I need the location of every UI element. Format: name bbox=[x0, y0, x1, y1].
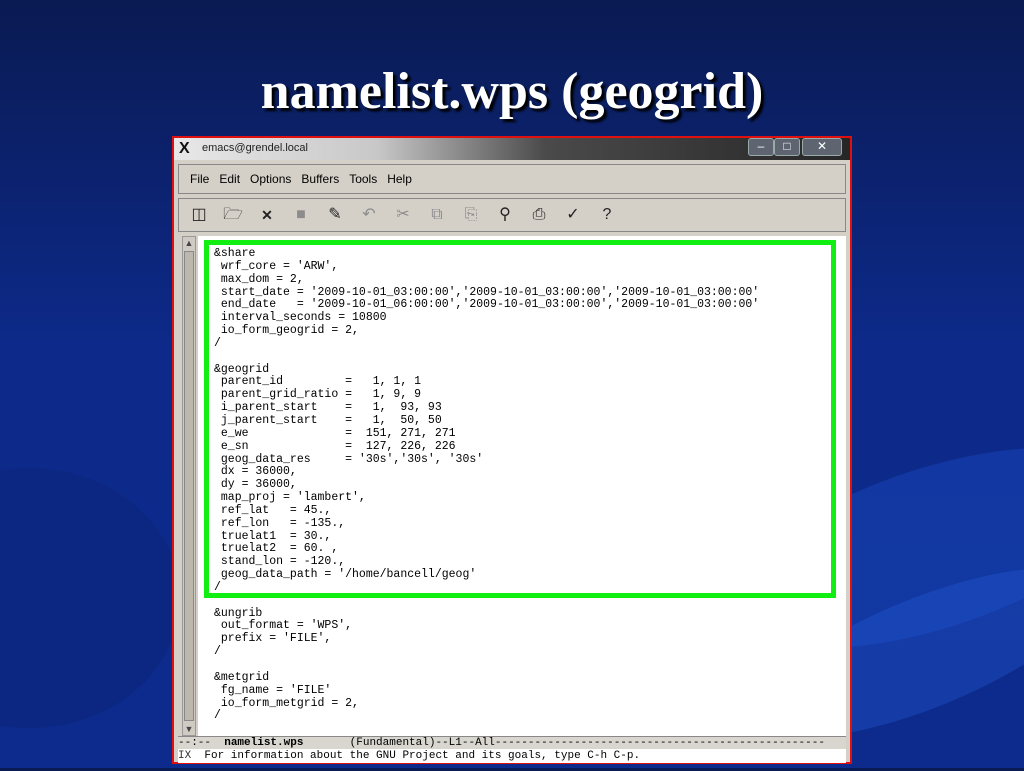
emacs-window: X emacs@grendel.local ‒ □ ✕ File Edit Opti… bbox=[172, 136, 852, 764]
modeline: --:-- namelist.wps (Fundamental)--L1--Al… bbox=[178, 736, 846, 750]
undo-icon[interactable]: ↶ bbox=[359, 205, 379, 225]
save-icon[interactable]: ■ bbox=[291, 205, 311, 225]
echo-corner-icon: IX bbox=[178, 750, 192, 762]
close-button[interactable]: ✕ bbox=[802, 138, 842, 156]
menu-options[interactable]: Options bbox=[245, 165, 296, 193]
scrollbar-thumb[interactable] bbox=[184, 251, 194, 721]
open-folder-icon[interactable]: 🗁 bbox=[223, 205, 243, 225]
slide-title: namelist.wps (geogrid) bbox=[260, 63, 764, 120]
copy-icon[interactable]: ⧉ bbox=[427, 205, 447, 225]
search-icon[interactable]: ⚲ bbox=[495, 205, 515, 225]
menu-buffers[interactable]: Buffers bbox=[296, 165, 344, 193]
menu-file[interactable]: File bbox=[185, 165, 214, 193]
save-as-icon[interactable]: ✎ bbox=[325, 205, 345, 225]
menubar: File Edit Options Buffers Tools Help bbox=[178, 164, 846, 194]
echo-message: For information about the GNU Project an… bbox=[204, 750, 641, 762]
background-swoosh bbox=[0, 468, 180, 728]
window-title: emacs@grendel.local bbox=[202, 142, 308, 154]
cut-icon[interactable]: ✂ bbox=[393, 205, 413, 225]
help-icon[interactable]: ? bbox=[597, 205, 617, 225]
maximize-button[interactable]: □ bbox=[774, 138, 800, 156]
editor-buffer[interactable]: &share wrf_core = 'ARW', max_dom = 2, st… bbox=[198, 236, 846, 736]
menu-edit[interactable]: Edit bbox=[214, 165, 245, 193]
vertical-scrollbar[interactable]: ▲ ▼ bbox=[182, 236, 196, 736]
minimize-button[interactable]: ‒ bbox=[748, 138, 774, 156]
window-titlebar[interactable]: X emacs@grendel.local ‒ □ ✕ bbox=[174, 138, 850, 160]
print-icon[interactable]: ⎙ bbox=[529, 205, 549, 225]
scroll-up-arrow-icon[interactable]: ▲ bbox=[184, 238, 194, 248]
paste-icon[interactable]: ⎘ bbox=[461, 205, 481, 225]
x-window-logo-icon: X bbox=[179, 140, 190, 157]
close-buffer-icon[interactable]: ✕ bbox=[257, 205, 277, 225]
echo-area: IX For information about the GNU Project… bbox=[178, 749, 846, 763]
geogrid-highlight-box bbox=[204, 240, 836, 598]
menu-help[interactable]: Help bbox=[382, 165, 417, 193]
menu-tools[interactable]: Tools bbox=[344, 165, 382, 193]
modeline-status: (Fundamental)--L1--All------------------… bbox=[303, 737, 825, 749]
modeline-buffer-name: namelist.wps bbox=[224, 737, 304, 749]
modeline-prefix: --:-- bbox=[178, 737, 225, 749]
preferences-icon[interactable]: ✓ bbox=[563, 205, 583, 225]
toolbar: ◫ 🗁 ✕ ■ ✎ ↶ ✂ ⧉ ⎘ ⚲ ⎙ ✓ ? bbox=[178, 198, 846, 232]
scroll-down-arrow-icon[interactable]: ▼ bbox=[184, 724, 194, 734]
new-file-icon[interactable]: ◫ bbox=[189, 205, 209, 225]
